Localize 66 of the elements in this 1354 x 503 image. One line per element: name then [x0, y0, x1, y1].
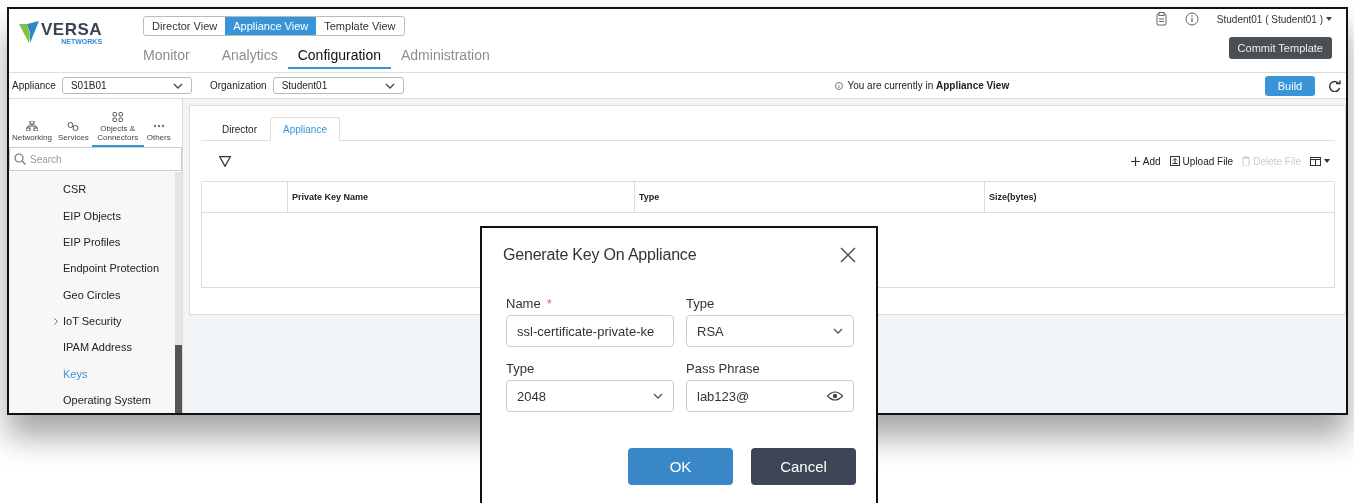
sidebar-item[interactable]: Geo Circles: [9, 281, 175, 308]
chevron-right-icon: [54, 317, 58, 325]
cancel-button[interactable]: Cancel: [751, 448, 856, 485]
appliance-select[interactable]: S01B01: [61, 77, 192, 94]
input-field[interactable]: lab123@: [686, 380, 854, 412]
sidebar-item[interactable]: Endpoint Protection: [9, 255, 175, 282]
view-option[interactable]: Director View: [144, 17, 226, 35]
upload-icon: [1169, 156, 1180, 166]
close-icon[interactable]: [840, 247, 856, 263]
input-field[interactable]: ssl-certificate-private-ke: [506, 315, 674, 347]
plus-icon: [1130, 156, 1140, 166]
organization-label: Organization: [209, 80, 267, 91]
eye-icon[interactable]: [827, 391, 843, 401]
search-icon: [14, 153, 26, 166]
network-icon: [26, 120, 38, 131]
ok-button[interactable]: OK: [628, 448, 733, 485]
scrollbar-thumb[interactable]: [175, 345, 182, 413]
column-header[interactable]: Private Key Name: [287, 181, 635, 213]
view-option[interactable]: Template View: [316, 17, 404, 35]
nav-tab[interactable]: Configuration: [287, 44, 391, 69]
sidebar-item[interactable]: Operating System: [9, 386, 175, 413]
sidebar-item[interactable]: CSR: [9, 176, 175, 203]
category-tab[interactable]: Others: [143, 120, 174, 147]
chevron-down-icon: [653, 393, 663, 399]
sidebar-item[interactable]: EIP Profiles: [9, 228, 175, 256]
field-label: Name: [506, 296, 541, 311]
columns-button[interactable]: [1310, 156, 1330, 166]
toolbar-button[interactable]: Upload File: [1169, 155, 1234, 167]
chevron-down-icon: [833, 328, 843, 334]
category-tab[interactable]: Services: [55, 120, 92, 147]
field-label: Type: [506, 361, 535, 376]
sidebar-item[interactable]: EIP Objects: [9, 202, 175, 229]
chevron-down-icon: [384, 82, 395, 89]
caret-icon: [1326, 17, 1332, 21]
grid-icon: [111, 111, 124, 122]
column-header[interactable]: Size(bytes): [984, 181, 1335, 213]
required-mark: *: [546, 296, 552, 311]
scrollbar[interactable]: [175, 172, 182, 413]
info-icon: [835, 81, 844, 90]
caret-icon: [1324, 159, 1330, 163]
field-label: Type: [686, 296, 715, 311]
column-header[interactable]: Type: [634, 181, 985, 213]
chevron-down-icon: [172, 82, 183, 89]
select-field[interactable]: RSA: [686, 315, 854, 347]
logo-icon: [19, 21, 39, 45]
category-tab[interactable]: Networking: [9, 120, 55, 147]
search-placeholder: Search: [30, 153, 62, 165]
trash-icon: [1242, 156, 1251, 166]
sidebar-item[interactable]: IPAM Address: [9, 334, 175, 361]
field-label: Pass Phrase: [686, 361, 760, 376]
select-field[interactable]: 2048: [506, 380, 674, 412]
organization-select[interactable]: Student01: [272, 77, 404, 94]
commit-template-button[interactable]: Commit Template: [1228, 37, 1332, 59]
appliance-label: Appliance: [12, 80, 56, 91]
refresh-icon[interactable]: [1329, 79, 1341, 92]
logo-wordmark: VERSA: [41, 20, 103, 38]
toolbar-button[interactable]: Add: [1130, 155, 1161, 167]
dialog-title: Generate Key On Appliance: [503, 246, 697, 264]
columns-icon: [1310, 156, 1321, 166]
sidebar-item[interactable]: IoT Security: [9, 307, 175, 335]
clipboard-icon[interactable]: [1155, 12, 1167, 26]
gears-icon: [67, 120, 80, 131]
info-icon[interactable]: [1184, 12, 1199, 26]
tab[interactable]: Director: [209, 117, 270, 140]
view-notice: You are currently in Appliance View: [847, 80, 1010, 91]
filter-icon[interactable]: [219, 155, 231, 167]
